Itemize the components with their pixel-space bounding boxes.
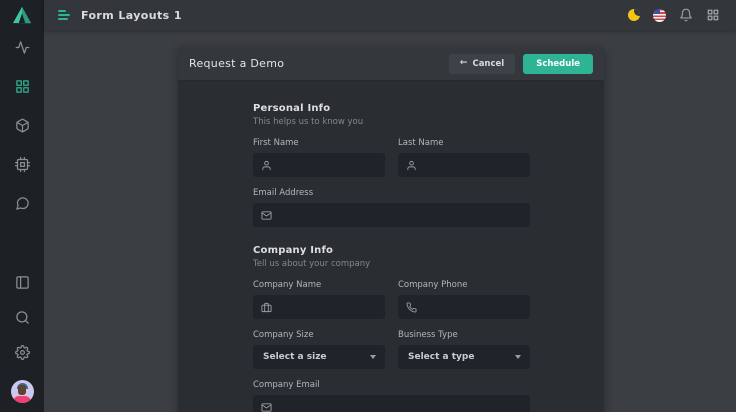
phone-icon (406, 302, 417, 313)
last-name-input[interactable] (398, 153, 530, 177)
schedule-button-label: Schedule (536, 59, 580, 69)
cancel-button-label: Cancel (472, 59, 504, 69)
sidebar-nav-top (15, 40, 30, 211)
mail-icon (261, 210, 272, 221)
company-email-text-input[interactable] (279, 402, 522, 412)
first-name-field: First Name (253, 138, 385, 177)
card-header-actions: ← Cancel Schedule (449, 54, 593, 74)
email-address-text-input[interactable] (279, 210, 522, 220)
last-name-label: Last Name (398, 138, 530, 148)
company-email-input[interactable] (253, 395, 530, 412)
request-demo-card: Request a Demo ← Cancel Schedule Persona… (178, 47, 604, 412)
sidebar (0, 0, 44, 412)
email-address-input[interactable] (253, 203, 530, 227)
main-area: Form Layouts 1 Request a Demo ← Cancel (44, 0, 736, 412)
layout-panel-icon[interactable] (15, 275, 30, 290)
back-arrow-icon: ← (460, 59, 468, 68)
first-name-input[interactable] (253, 153, 385, 177)
email-address-label: Email Address (253, 188, 530, 198)
company-email-label: Company Email (253, 380, 530, 390)
avatar-head (18, 385, 26, 395)
company-name-field: Company Name (253, 280, 385, 319)
briefcase-icon (261, 302, 272, 313)
company-size-label: Company Size (253, 330, 385, 340)
company-size-field: Company Size Select a size (253, 330, 385, 369)
company-phone-label: Company Phone (398, 280, 530, 290)
chevron-down-icon (370, 355, 376, 359)
page-title: Form Layouts 1 (81, 9, 182, 22)
company-name-input[interactable] (253, 295, 385, 319)
first-name-text-input[interactable] (279, 160, 377, 170)
schedule-button[interactable]: Schedule (523, 54, 593, 74)
personal-info-heading: Personal Info (253, 103, 530, 114)
company-phone-field: Company Phone (398, 280, 530, 319)
page-content: Request a Demo ← Cancel Schedule Persona… (44, 30, 736, 412)
cancel-button[interactable]: ← Cancel (449, 54, 515, 74)
company-phone-input[interactable] (398, 295, 530, 319)
user-avatar[interactable] (11, 380, 34, 403)
dashboard-grid-icon[interactable] (15, 79, 30, 94)
company-info-heading: Company Info (253, 245, 530, 256)
company-phone-text-input[interactable] (424, 302, 522, 312)
business-type-select[interactable]: Select a type (398, 345, 530, 369)
logo-triangle-icon (12, 6, 32, 24)
notifications-bell-icon[interactable] (679, 8, 693, 22)
email-address-field: Email Address (253, 188, 530, 227)
activity-icon[interactable] (15, 40, 30, 55)
company-name-label: Company Name (253, 280, 385, 290)
company-email-field: Company Email (253, 380, 530, 412)
business-type-label: Business Type (398, 330, 530, 340)
company-info-subheading: Tell us about your company (253, 259, 530, 269)
box-icon[interactable] (15, 118, 30, 133)
mail-icon (261, 402, 272, 412)
last-name-field: Last Name (398, 138, 530, 177)
card-title: Request a Demo (189, 57, 284, 70)
company-name-text-input[interactable] (279, 302, 377, 312)
avatar-shirt (13, 396, 31, 403)
person-icon (261, 160, 272, 171)
app-logo[interactable] (0, 0, 44, 30)
theme-moon-icon[interactable] (628, 9, 640, 21)
apps-grid-icon[interactable] (706, 8, 720, 22)
company-size-select[interactable]: Select a size (253, 345, 385, 369)
chat-bubble-icon[interactable] (15, 196, 30, 211)
person-icon (406, 160, 417, 171)
menu-toggle-icon[interactable] (58, 10, 70, 20)
settings-gear-icon[interactable] (15, 345, 30, 360)
cpu-icon[interactable] (15, 157, 30, 172)
card-header: Request a Demo ← Cancel Schedule (178, 47, 604, 81)
chevron-down-icon (515, 355, 521, 359)
personal-info-section: Personal Info This helps us to know you … (253, 103, 530, 227)
last-name-text-input[interactable] (424, 160, 522, 170)
personal-info-subheading: This helps us to know you (253, 117, 530, 127)
company-info-section: Company Info Tell us about your company … (253, 245, 530, 412)
business-type-selected-value: Select a type (408, 352, 474, 362)
first-name-label: First Name (253, 138, 385, 148)
search-icon[interactable] (15, 310, 30, 325)
sidebar-nav-bottom (11, 275, 34, 403)
card-body: Personal Info This helps us to know you … (178, 81, 604, 412)
company-size-selected-value: Select a size (263, 352, 327, 362)
language-flag-us-icon[interactable] (653, 9, 666, 22)
business-type-field: Business Type Select a type (398, 330, 530, 369)
topbar: Form Layouts 1 (44, 0, 736, 30)
topbar-actions (628, 8, 720, 22)
